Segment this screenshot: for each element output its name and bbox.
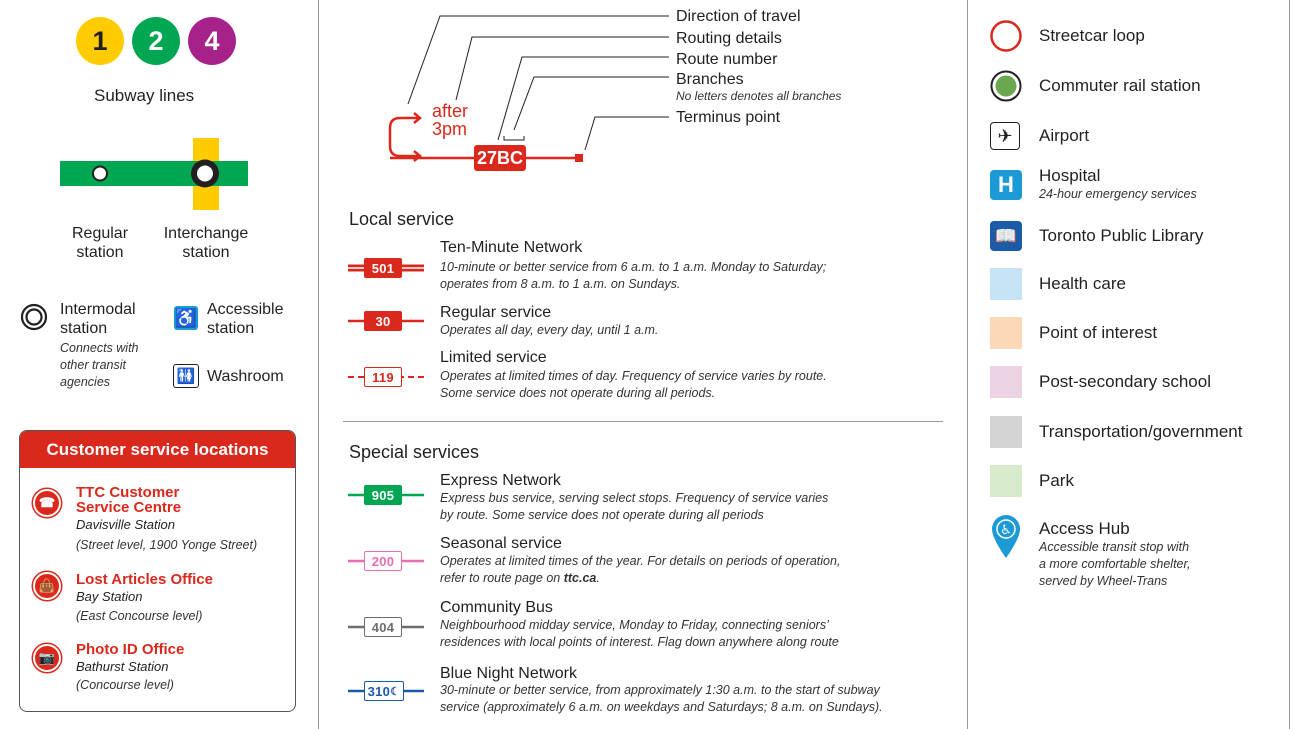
terminus-point-icon [575, 154, 583, 162]
station-diagram [60, 138, 248, 210]
transportation-label: Transportation/government [1039, 422, 1243, 441]
subway-lines-title: Subway lines [94, 86, 195, 105]
label-branches-note: No letters denotes all branches [676, 89, 842, 103]
blue-night-title: Blue Night Network [440, 665, 577, 682]
regular-station-label: Regular station [71, 225, 129, 261]
park-swatch [990, 465, 1022, 497]
cs-item-1: TTC Customer Service Centre Davisville St… [76, 485, 257, 555]
regular-service-title: Regular service [440, 304, 552, 321]
line-1-badge: 1 [76, 17, 124, 65]
badge-310: 310 ☾ [364, 681, 404, 701]
badge-501: 501 [364, 258, 402, 278]
label-direction: Direction of travel [676, 8, 801, 25]
interchange-station-label: Interchange station [163, 225, 249, 261]
lost-articles-icon: 👜 [33, 572, 61, 600]
airport-icon: ✈ [990, 122, 1020, 150]
camera-icon: 📷 [33, 644, 61, 672]
community-bus-title: Community Bus [440, 599, 553, 616]
hospital-note: 24-hour emergency services [1039, 187, 1197, 201]
post-secondary-swatch [990, 366, 1022, 398]
cs-item-2-sub: Bay Station [76, 589, 143, 604]
after-3pm-label: after 3pm [432, 101, 469, 139]
customer-service-header: Customer service locations [20, 431, 295, 468]
streetcar-loop-icon [990, 20, 1022, 52]
limited-service-desc: Operates at limited times of day. Freque… [440, 369, 827, 400]
blue-night-desc: 30-minute or better service, from approx… [440, 683, 883, 714]
park-label: Park [1039, 471, 1074, 490]
washroom-icon: 🚻 [173, 364, 199, 388]
access-hub-icon: ♿ [992, 515, 1020, 558]
cs-item-1-sub: Davisville Station [76, 517, 175, 532]
subway-lines-badges: 1 2 4 [76, 17, 236, 65]
point-of-interest-label: Point of interest [1039, 323, 1158, 342]
hospital-label: Hospital [1039, 166, 1101, 185]
seasonal-desc: Operates at limited times of the year. F… [440, 554, 841, 585]
moon-icon: ☾ [390, 685, 401, 698]
cs-item-3-sub: Bathurst Station [76, 659, 169, 674]
cs-item-3-detail: (Concourse level) [76, 678, 174, 692]
ten-minute-title: Ten-Minute Network [440, 239, 583, 256]
accessible-station-label: Accessible station [207, 301, 284, 337]
cs-item-3: Photo ID Office Bathurst Station (Concou… [76, 642, 184, 694]
svg-text:♿: ♿ [1000, 523, 1012, 538]
regular-service-desc: Operates all day, every day, until 1 a.m… [440, 323, 659, 337]
transportation-swatch [990, 416, 1022, 448]
label-terminus: Terminus point [676, 109, 781, 126]
cs-item-2-detail: (East Concourse level) [76, 609, 203, 623]
community-bus-desc: Neighbourhood midday service, Monday to … [440, 618, 839, 649]
ten-minute-desc: 10-minute or better service from 6 a.m. … [440, 260, 827, 291]
point-of-interest-swatch [990, 317, 1022, 349]
badge-905: 905 [364, 485, 402, 505]
commuter-rail-label: Commuter rail station [1039, 76, 1201, 95]
express-title: Express Network [440, 472, 561, 489]
health-care-swatch [990, 268, 1022, 300]
route-diagram [388, 15, 669, 171]
badge-119: 119 [364, 367, 402, 387]
intermodal-note: Connects with other transit agencies [60, 341, 139, 389]
cs-item-2-title: Lost Articles Office [76, 571, 213, 588]
regular-station-icon [92, 165, 108, 182]
section-divider [343, 421, 943, 422]
hospital-icon: H [990, 170, 1022, 200]
badge-200: 200 [364, 551, 402, 571]
special-services-heading: Special services [349, 442, 480, 462]
badge-30: 30 [364, 311, 402, 331]
line-2-badge: 2 [132, 17, 180, 65]
cs-item-1-title: TTC Customer Service Centre [76, 484, 182, 516]
badge-404: 404 [364, 617, 402, 637]
express-desc: Express bus service, serving select stop… [440, 491, 829, 522]
commuter-rail-icon [990, 70, 1022, 102]
customer-service-icon: ☎ [33, 489, 61, 517]
access-hub-label: Access Hub [1039, 519, 1130, 538]
seasonal-title: Seasonal service [440, 535, 562, 552]
post-secondary-label: Post-secondary school [1039, 372, 1211, 391]
washroom-label: Washroom [207, 368, 284, 385]
streetcar-loop-label: Streetcar loop [1039, 26, 1145, 45]
accessible-icon: ♿ [174, 306, 198, 330]
access-hub-note: Accessible transit stop with a more comf… [1039, 540, 1191, 588]
ttc-link: ttc.ca [563, 571, 597, 585]
label-branches: Branches [676, 71, 744, 88]
intermodal-station-icon [20, 303, 48, 331]
intermodal-station-label: Intermodal station [60, 301, 136, 337]
route-badge-27bc: 27BC [476, 147, 524, 168]
health-care-label: Health care [1039, 274, 1126, 293]
local-service-heading: Local service [349, 209, 455, 229]
divider-left [318, 0, 319, 729]
label-routing: Routing details [676, 30, 782, 47]
divider-edge [1289, 0, 1290, 729]
cs-item-1-detail: (Street level, 1900 Yonge Street) [76, 538, 258, 552]
limited-service-title: Limited service [440, 349, 547, 366]
label-route-number: Route number [676, 51, 778, 68]
library-icon: 📖 [990, 221, 1022, 251]
library-label: Toronto Public Library [1039, 226, 1204, 245]
airport-label: Airport [1039, 126, 1090, 145]
line-4-badge: 4 [188, 17, 236, 65]
cs-item-3-title: Photo ID Office [76, 641, 185, 658]
green-line-segment [60, 161, 248, 186]
divider-right [967, 0, 968, 729]
cs-item-2: Lost Articles Office Bay Station (East C… [76, 572, 213, 626]
customer-service-box: Customer service locations ☎ TTC Custome… [19, 430, 296, 712]
